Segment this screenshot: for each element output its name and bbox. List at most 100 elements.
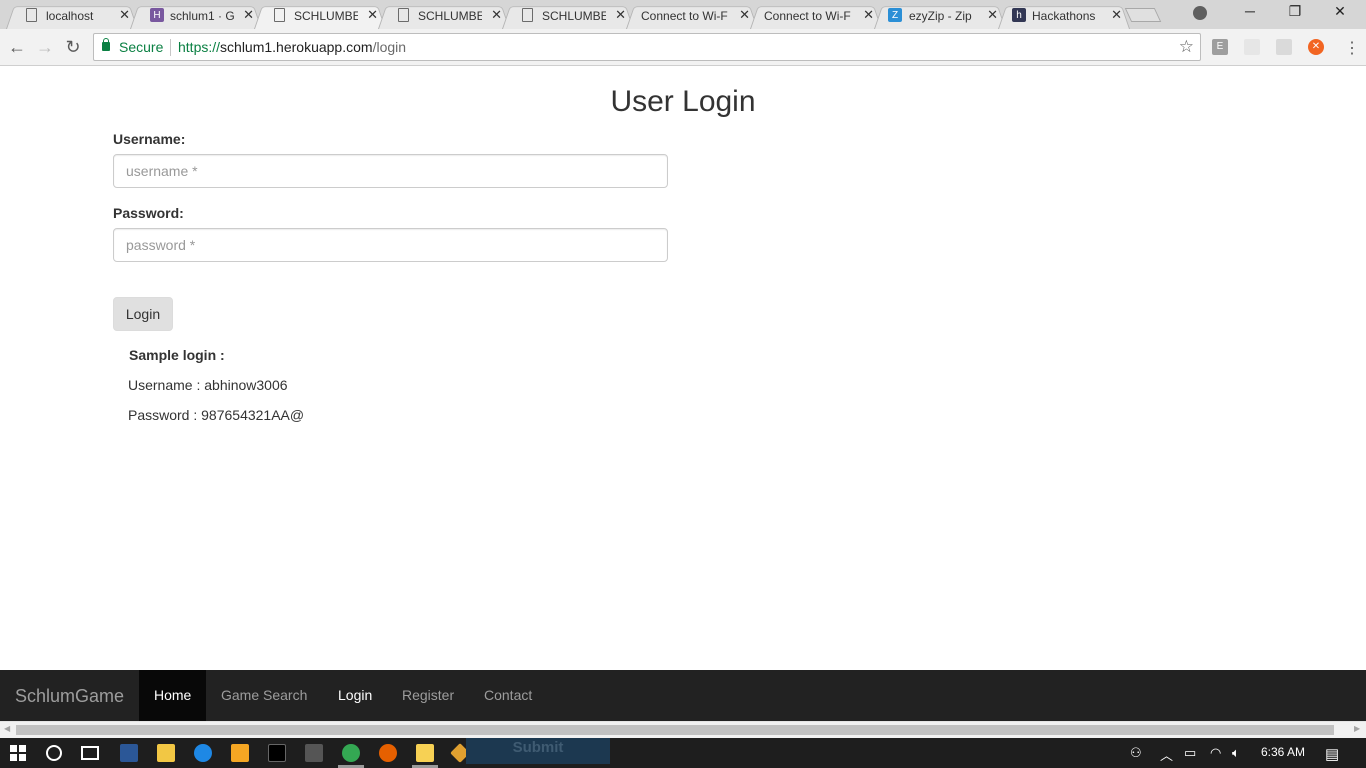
password-input[interactable] bbox=[113, 228, 668, 262]
taskbar-clock[interactable]: 6:36 AM bbox=[1261, 745, 1305, 759]
tab-title: Connect to Wi-F bbox=[641, 9, 728, 23]
sticky-notes-icon[interactable] bbox=[416, 744, 434, 762]
browser-menu-icon[interactable]: ⋮ bbox=[1344, 38, 1360, 58]
url-scheme: https:// bbox=[178, 39, 221, 55]
edge-icon[interactable] bbox=[194, 744, 212, 762]
battery-icon[interactable]: ▭ bbox=[1184, 745, 1196, 761]
tab-title: localhost bbox=[46, 9, 94, 23]
reload-icon[interactable]: ↻ bbox=[62, 36, 84, 58]
secure-label: Secure bbox=[119, 39, 164, 55]
horizontal-scrollbar[interactable]: ◀ ▶ bbox=[0, 721, 1366, 738]
tab-close-icon[interactable]: ✕ bbox=[491, 7, 502, 23]
back-icon[interactable]: ← bbox=[6, 36, 28, 58]
browser-tab[interactable]: SCHLUMBE ✕ bbox=[378, 3, 510, 29]
cortana-icon[interactable] bbox=[46, 745, 62, 761]
store-icon[interactable] bbox=[305, 744, 323, 762]
nav-item-game-search[interactable]: Game Search bbox=[206, 670, 322, 721]
wifi-icon[interactable]: ◠ bbox=[1210, 745, 1221, 761]
tab-close-icon[interactable]: ✕ bbox=[1111, 7, 1122, 23]
tab-close-icon[interactable]: ✕ bbox=[987, 7, 998, 23]
volume-icon[interactable]: 🔈︎ bbox=[1232, 745, 1240, 761]
nav-item-home[interactable]: Home bbox=[139, 670, 207, 721]
nav-item-register[interactable]: Register bbox=[387, 670, 469, 721]
tab-title: SCHLUMBE bbox=[418, 9, 482, 23]
minimize-icon[interactable]: ─ bbox=[1228, 3, 1272, 19]
browser-tab[interactable]: Connect to Wi-F ✕ bbox=[750, 3, 882, 29]
extension-orange-icon[interactable]: ✕ bbox=[1308, 39, 1324, 55]
powershell-icon[interactable] bbox=[120, 744, 138, 762]
tab-title: SCHLUMBE bbox=[542, 9, 606, 23]
task-view-icon[interactable] bbox=[81, 746, 99, 760]
password-label: Password: bbox=[113, 205, 184, 221]
browser-tab[interactable]: localhost ✕ bbox=[6, 3, 138, 29]
page-icon bbox=[522, 8, 533, 22]
tab-close-icon[interactable]: ✕ bbox=[367, 7, 378, 23]
new-tab-button[interactable] bbox=[1124, 8, 1162, 22]
people-icon[interactable]: ⚇ bbox=[1130, 745, 1142, 761]
sample-password: Password : 987654321AA@ bbox=[128, 407, 305, 423]
tab-title: Connect to Wi-F bbox=[764, 9, 851, 23]
browser-tab-active[interactable]: SCHLUMBE ✕ bbox=[254, 3, 386, 29]
browser-tab-strip: localhost ✕ H schlum1 · G ✕ SCHLUMBE ✕ S… bbox=[0, 0, 1366, 29]
browser-toolbar: ← → ↻ Secure https://schlum1.herokuapp.c… bbox=[0, 29, 1366, 66]
hackerearth-icon: h bbox=[1012, 8, 1026, 22]
chrome-icon[interactable] bbox=[342, 744, 360, 762]
browser-tab[interactable]: Z ezyZip - Zip ✕ bbox=[874, 3, 1006, 29]
windows-taskbar: Submit ⚇ ︿ ▭ ◠ 🔈︎ 6:36 AM ▤ bbox=[0, 738, 1366, 768]
lock-icon bbox=[102, 38, 110, 51]
login-page: User Login Username: Password: Login Sam… bbox=[0, 66, 1366, 670]
tab-close-icon[interactable]: ✕ bbox=[119, 7, 130, 23]
nav-item-login[interactable]: Login bbox=[323, 670, 387, 721]
tab-close-icon[interactable]: ✕ bbox=[615, 7, 626, 23]
window-close-icon[interactable]: ✕ bbox=[1318, 3, 1362, 20]
tab-title: ezyZip - Zip bbox=[909, 9, 972, 23]
nav-item-contact[interactable]: Contact bbox=[469, 670, 547, 721]
heroku-icon: H bbox=[150, 8, 164, 22]
sample-login-title: Sample login : bbox=[129, 347, 225, 363]
browser-tab[interactable]: Connect to Wi-F ✕ bbox=[626, 3, 758, 29]
profile-icon[interactable] bbox=[1193, 6, 1207, 20]
site-navbar: SchlumGame Home Game Search Login Regist… bbox=[0, 670, 1366, 721]
bookmark-star-icon[interactable]: ☆ bbox=[1179, 37, 1194, 57]
extension-blank-icon[interactable] bbox=[1244, 39, 1260, 55]
media-player-icon[interactable] bbox=[231, 744, 249, 762]
navbar-brand[interactable]: SchlumGame bbox=[15, 686, 124, 707]
file-explorer-icon[interactable] bbox=[157, 744, 175, 762]
page-icon bbox=[274, 8, 285, 22]
tray-chevron-icon[interactable]: ︿ bbox=[1160, 745, 1173, 764]
url-text: https://schlum1.herokuapp.com/login bbox=[178, 39, 406, 55]
scroll-right-icon[interactable]: ▶ bbox=[1354, 724, 1360, 733]
tab-close-icon[interactable]: ✕ bbox=[863, 7, 874, 23]
extension-e-icon[interactable]: E bbox=[1212, 39, 1228, 55]
scrollbar-thumb[interactable] bbox=[16, 725, 1334, 735]
browser-tab[interactable]: SCHLUMBE ✕ bbox=[502, 3, 634, 29]
address-bar[interactable]: Secure https://schlum1.herokuapp.com/log… bbox=[93, 33, 1201, 61]
url-host: schlum1.herokuapp.com bbox=[220, 39, 373, 55]
sample-username: Username : abhinow3006 bbox=[128, 377, 288, 393]
tab-title: schlum1 · G bbox=[170, 9, 234, 23]
omnibox-divider bbox=[170, 39, 171, 56]
ezyzip-icon: Z bbox=[888, 8, 902, 22]
browser-tab[interactable]: h Hackathons ✕ bbox=[998, 3, 1130, 29]
page-icon bbox=[26, 8, 37, 22]
tab-title: SCHLUMBE bbox=[294, 9, 358, 23]
webstorm-icon[interactable] bbox=[268, 744, 286, 762]
scroll-left-icon[interactable]: ◀ bbox=[4, 724, 10, 733]
overlay-submit-button: Submit bbox=[466, 738, 610, 764]
tab-close-icon[interactable]: ✕ bbox=[739, 7, 750, 23]
restore-icon[interactable]: ❐ bbox=[1273, 3, 1317, 20]
username-input[interactable] bbox=[113, 154, 668, 188]
tab-title: Hackathons bbox=[1032, 9, 1096, 23]
forward-icon[interactable]: → bbox=[34, 36, 56, 58]
browser-tab[interactable]: H schlum1 · G ✕ bbox=[130, 3, 262, 29]
firefox-icon[interactable] bbox=[379, 744, 397, 762]
page-icon bbox=[398, 8, 409, 22]
login-button[interactable]: Login bbox=[113, 297, 173, 331]
action-center-icon[interactable]: ▤ bbox=[1325, 745, 1339, 763]
tab-close-icon[interactable]: ✕ bbox=[243, 7, 254, 23]
page-title: User Login bbox=[610, 85, 756, 118]
windows-start-icon[interactable] bbox=[10, 745, 26, 761]
url-path: /login bbox=[372, 39, 407, 55]
extension-react-icon[interactable] bbox=[1276, 39, 1292, 55]
username-label: Username: bbox=[113, 131, 186, 147]
